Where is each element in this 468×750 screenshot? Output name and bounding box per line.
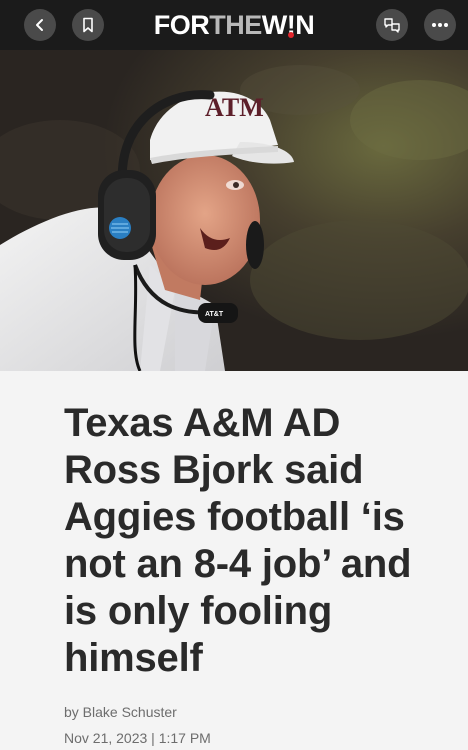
article-header: Texas A&M AD Ross Bjork said Aggies foot…	[64, 400, 444, 748]
coach-photo: ATM AT&T	[0, 50, 468, 371]
article-date: Nov 21, 2023 | 1:17 PM	[64, 730, 211, 746]
mic-logo: AT&T	[205, 311, 224, 318]
logo-text-n: N	[295, 10, 315, 40]
more-button[interactable]	[424, 9, 456, 41]
reaction-icon	[384, 18, 400, 33]
more-icon	[432, 23, 448, 27]
logo-text-the: THE	[209, 10, 262, 40]
bookmark-icon	[83, 17, 93, 33]
reaction-button[interactable]	[376, 9, 408, 41]
article-headline: Texas A&M AD Ross Bjork said Aggies foot…	[64, 401, 412, 680]
logo-text-w: W	[261, 10, 287, 40]
bookmark-button[interactable]	[72, 9, 104, 41]
logo-text-i: !	[286, 10, 296, 40]
back-button[interactable]	[24, 9, 56, 41]
hero-image: ATM AT&T	[0, 50, 468, 371]
logo-text-for: FOR	[153, 10, 210, 40]
logo-red-dot	[287, 32, 294, 38]
back-chevron-icon	[36, 19, 43, 31]
top-bar: FORTHEW! N	[0, 0, 468, 50]
article-byline[interactable]: by Blake Schuster	[64, 702, 444, 722]
